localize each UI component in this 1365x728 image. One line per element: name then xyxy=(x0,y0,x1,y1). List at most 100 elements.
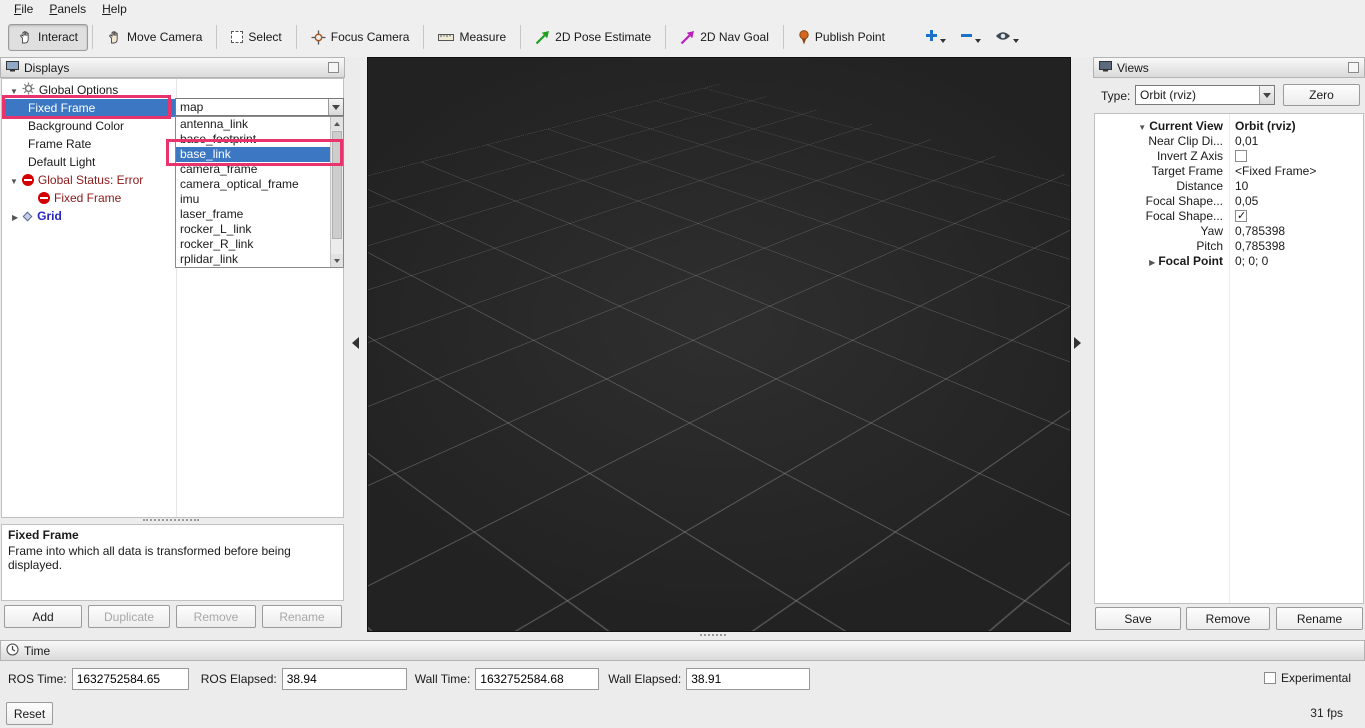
menu-file[interactable]: File xyxy=(14,2,33,16)
tool-publish-point-button[interactable]: Publish Point xyxy=(788,24,895,51)
expand-arrow-icon[interactable] xyxy=(12,209,18,223)
displays-panel-icon xyxy=(6,61,19,75)
property-value[interactable]: 10 xyxy=(1229,179,1248,193)
dropdown-item[interactable]: laser_frame xyxy=(176,207,331,222)
zero-button[interactable]: Zero xyxy=(1283,84,1360,106)
property-name: Focal Shape... xyxy=(1146,209,1223,223)
toolbar-separator xyxy=(665,25,666,49)
chevron-down-icon xyxy=(975,39,981,43)
tree-label: Grid xyxy=(37,209,62,223)
scroll-down-icon[interactable] xyxy=(331,254,343,267)
tool-2d-pose-estimate-button[interactable]: 2D Pose Estimate xyxy=(525,24,661,51)
tool-move-camera-button[interactable]: Move Camera xyxy=(97,24,212,51)
collapse-left-panel-handle[interactable] xyxy=(352,337,359,349)
ros-elapsed-label: ROS Elapsed: xyxy=(201,672,277,686)
tool-interact-button[interactable]: Interact xyxy=(8,24,88,51)
invert-z-checkbox[interactable] xyxy=(1235,150,1247,162)
fps-counter: 31 fps xyxy=(1310,706,1343,720)
displays-panel-titlebar: Displays xyxy=(0,57,345,78)
dropdown-scrollbar[interactable] xyxy=(330,117,343,267)
gear-icon xyxy=(22,82,35,98)
tool-move-camera-label: Move Camera xyxy=(127,30,202,44)
save-button[interactable]: Save xyxy=(1095,607,1181,630)
dropdown-item[interactable]: rocker_R_link xyxy=(176,237,331,252)
bottom-splitter-handle[interactable] xyxy=(700,634,726,636)
panel-splitter-handle[interactable] xyxy=(143,519,199,521)
toolbar-separator xyxy=(423,25,424,49)
dropdown-item[interactable]: camera_frame xyxy=(176,162,331,177)
views-panel: Views Type: Orbit (rviz) Zero Current Vi… xyxy=(1093,57,1365,632)
reset-button[interactable]: Reset xyxy=(6,702,53,725)
menu-bar: File Panels Help xyxy=(0,0,1365,17)
property-name: Yaw xyxy=(1201,224,1223,238)
panel-float-button[interactable] xyxy=(1348,62,1359,73)
combobox-dropdown-button[interactable] xyxy=(328,99,343,115)
tool-interact-label: Interact xyxy=(38,30,78,44)
dropdown-item[interactable]: rplidar_link xyxy=(176,252,331,267)
dropdown-item[interactable]: camera_optical_frame xyxy=(176,177,331,192)
property-value[interactable]: 0; 0; 0 xyxy=(1229,254,1268,268)
menu-panels[interactable]: Panels xyxy=(49,2,86,16)
collapse-right-panel-handle[interactable] xyxy=(1074,337,1081,349)
expand-arrow-icon[interactable] xyxy=(10,173,18,187)
tool-select-button[interactable]: Select xyxy=(221,24,291,51)
ros-time-input[interactable] xyxy=(72,668,189,690)
description-title: Fixed Frame xyxy=(8,528,337,542)
panel-float-button[interactable] xyxy=(328,62,339,73)
experimental-checkbox[interactable] xyxy=(1264,672,1276,684)
expand-arrow-icon[interactable] xyxy=(1138,119,1146,133)
remove-button[interactable]: Remove xyxy=(176,605,256,628)
combobox-dropdown-button[interactable] xyxy=(1259,86,1274,104)
error-icon xyxy=(38,192,50,204)
3d-viewport[interactable] xyxy=(367,57,1071,632)
property-name: Pitch xyxy=(1196,239,1223,253)
rename-button[interactable]: Rename xyxy=(262,605,342,628)
dropdown-item[interactable]: rocker_L_link xyxy=(176,222,331,237)
menu-help[interactable]: Help xyxy=(102,2,127,16)
displays-panel-title: Displays xyxy=(24,61,69,75)
expand-arrow-icon[interactable] xyxy=(1149,254,1155,268)
property-name: Focal Point xyxy=(1158,254,1223,268)
dropdown-item[interactable]: base_footprint xyxy=(176,132,331,147)
dropdown-item[interactable]: antenna_link xyxy=(176,117,331,132)
focal-shape-fixed-checkbox[interactable] xyxy=(1235,210,1247,222)
wall-elapsed-input[interactable] xyxy=(686,668,810,690)
tool-2d-nav-goal-button[interactable]: 2D Nav Goal xyxy=(670,24,779,51)
crosshair-icon xyxy=(311,30,326,45)
tool-measure-button[interactable]: Measure xyxy=(428,24,516,51)
remove-tool-button[interactable] xyxy=(958,26,983,48)
tree-row-global-options[interactable]: Global Options xyxy=(2,81,344,99)
scroll-up-icon[interactable] xyxy=(331,117,343,130)
selection-box-icon xyxy=(231,31,243,43)
time-fields: ROS Time: ROS Elapsed: Wall Time: Wall E… xyxy=(8,668,810,690)
dropdown-item-selected[interactable]: base_link xyxy=(176,147,331,162)
remove-view-button[interactable]: Remove xyxy=(1186,607,1270,630)
property-value[interactable]: 0,05 xyxy=(1229,194,1258,208)
dropdown-item[interactable]: imu xyxy=(176,192,331,207)
tool-focus-camera-button[interactable]: Focus Camera xyxy=(301,24,420,51)
column-divider xyxy=(1229,114,1230,603)
expand-arrow-icon[interactable] xyxy=(10,83,18,97)
tree-label: Background Color xyxy=(28,119,124,133)
property-value[interactable]: 0,785398 xyxy=(1229,224,1285,238)
tree-label: Frame Rate xyxy=(28,137,91,151)
duplicate-button[interactable]: Duplicate xyxy=(88,605,170,628)
property-value[interactable]: 0,785398 xyxy=(1229,239,1285,253)
fixed-frame-combobox[interactable]: map xyxy=(175,98,344,116)
tool-visibility-button[interactable] xyxy=(993,27,1021,48)
property-description: Fixed Frame Frame into which all data is… xyxy=(1,524,344,601)
property-value[interactable]: 0,01 xyxy=(1229,134,1258,148)
add-button[interactable]: Add xyxy=(4,605,82,628)
view-type-combobox[interactable]: Orbit (rviz) xyxy=(1135,85,1275,105)
toolbar-separator xyxy=(520,25,521,49)
tool-2d-nav-goal-label: 2D Nav Goal xyxy=(700,30,769,44)
wall-time-input[interactable] xyxy=(475,668,599,690)
wall-elapsed-label: Wall Elapsed: xyxy=(608,672,681,686)
rename-view-button[interactable]: Rename xyxy=(1276,607,1363,630)
ground-grid xyxy=(367,84,1071,632)
add-tool-button[interactable] xyxy=(923,26,948,48)
property-value[interactable]: <Fixed Frame> xyxy=(1229,164,1316,178)
experimental-option: Experimental xyxy=(1264,671,1351,685)
scrollbar-thumb[interactable] xyxy=(332,131,342,239)
ros-elapsed-input[interactable] xyxy=(282,668,407,690)
